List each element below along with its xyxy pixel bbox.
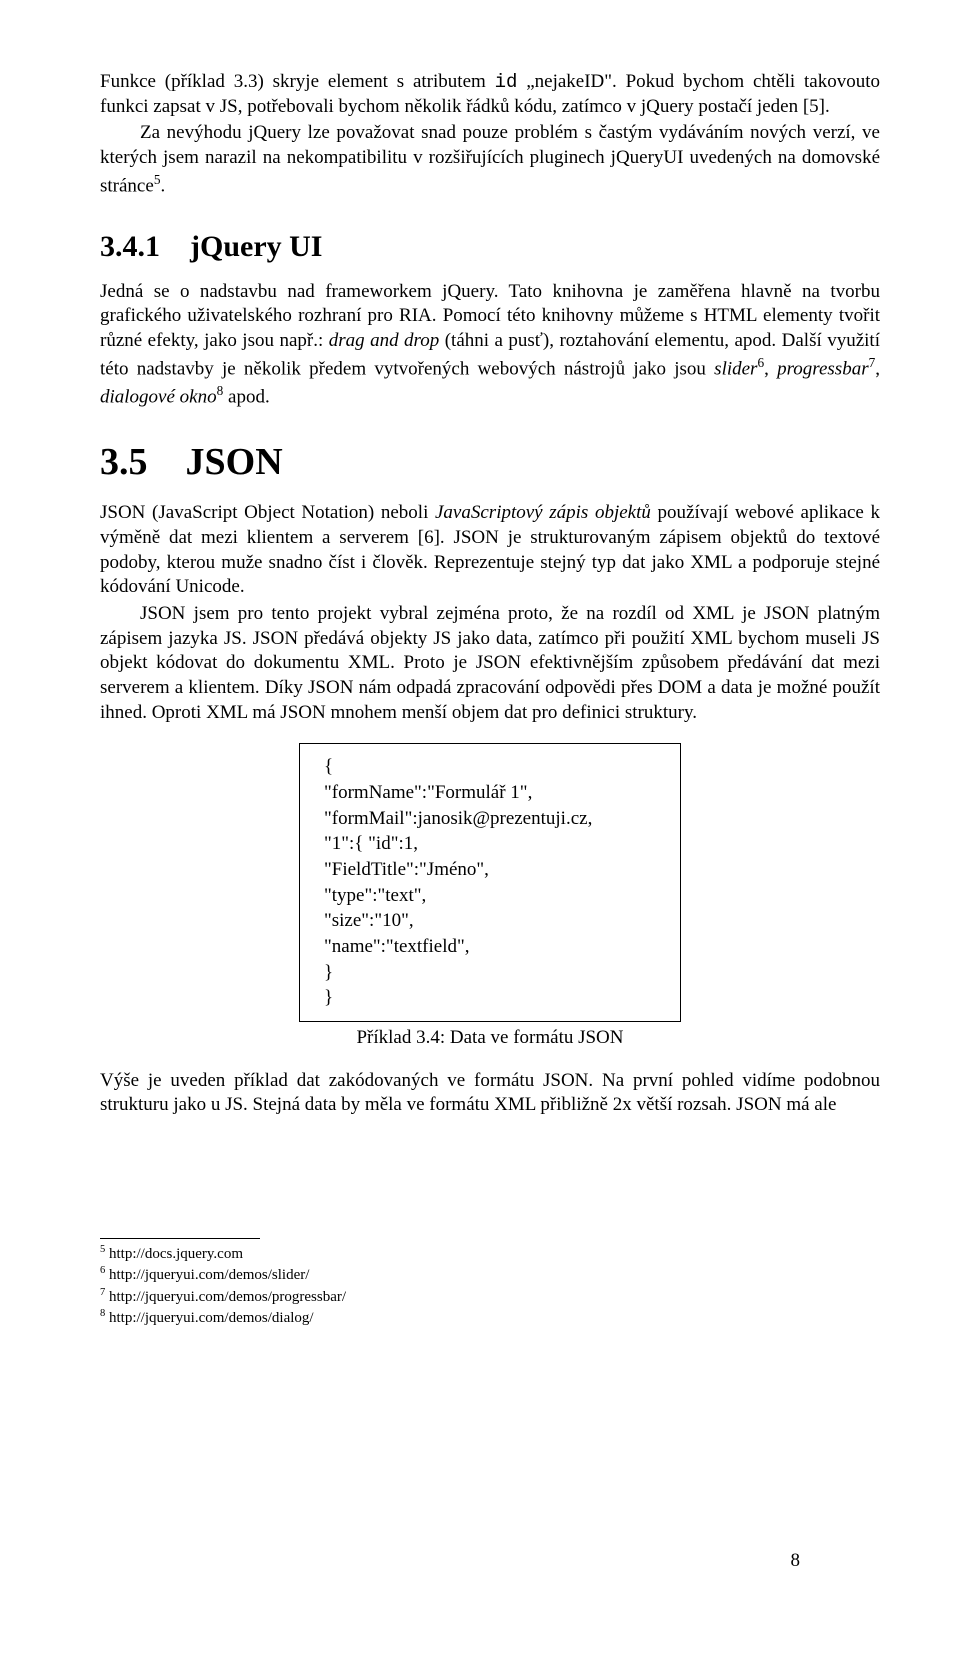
text: Za nevýhodu jQuery lze považovat snad po… bbox=[100, 122, 880, 196]
paragraph-2: Za nevýhodu jQuery lze považovat snad po… bbox=[100, 121, 880, 198]
footnote-8: 8 http://jqueryui.com/demos/dialog/ bbox=[100, 1307, 880, 1329]
footnote-6: 6 http://jqueryui.com/demos/slider/ bbox=[100, 1264, 880, 1286]
document-page: Funkce (příklad 3.3) skryje element s at… bbox=[100, 70, 880, 1614]
code-line: "name":"textfield", bbox=[324, 934, 664, 960]
italic-text: dialogové okno bbox=[100, 386, 217, 407]
italic-text: drag and drop bbox=[329, 330, 440, 351]
footnote-rule bbox=[100, 1238, 260, 1239]
text: , bbox=[764, 358, 777, 379]
page-number: 8 bbox=[791, 1549, 801, 1574]
code-line: "formMail":janosik@prezentuji.cz, bbox=[324, 806, 664, 832]
code-example-box: { "formName":"Formulář 1", "formMail":ja… bbox=[299, 743, 681, 1021]
footnotes-block: 5 http://docs.jquery.com 6 http://jquery… bbox=[100, 1238, 880, 1329]
code-line: "formName":"Formulář 1", bbox=[324, 780, 664, 806]
text: apod. bbox=[223, 386, 269, 407]
paragraph-3: Jedná se o nadstavbu nad frameworkem jQu… bbox=[100, 280, 880, 410]
paragraph-1: Funkce (příklad 3.3) skryje element s at… bbox=[100, 70, 880, 119]
italic-text: progressbar bbox=[777, 358, 869, 379]
heading-3-5: 3.5 JSON bbox=[100, 438, 880, 487]
footnote-7: 7 http://jqueryui.com/demos/progressbar/ bbox=[100, 1286, 880, 1308]
footnote-5: 5 http://docs.jquery.com bbox=[100, 1243, 880, 1265]
text: , bbox=[875, 358, 880, 379]
code-line: { bbox=[324, 754, 664, 780]
code-line: "1":{ "id":1, bbox=[324, 831, 664, 857]
heading-3-4-1: 3.4.1 jQuery UI bbox=[100, 227, 880, 266]
code-line: } bbox=[324, 960, 664, 986]
code-line: "type":"text", bbox=[324, 883, 664, 909]
paragraph-4: JSON (JavaScript Object Notation) neboli… bbox=[100, 501, 880, 600]
inline-code: id bbox=[495, 71, 518, 93]
text: . bbox=[160, 175, 165, 196]
code-line: } bbox=[324, 985, 664, 1011]
code-line: "size":"10", bbox=[324, 908, 664, 934]
italic-text: JavaScriptový zápis objektů bbox=[435, 502, 651, 523]
code-line: "FieldTitle":"Jméno", bbox=[324, 857, 664, 883]
text: JSON (JavaScript Object Notation) neboli bbox=[100, 502, 435, 523]
paragraph-5: JSON jsem pro tento projekt vybral zejmé… bbox=[100, 602, 880, 725]
text: Funkce (příklad 3.3) skryje element s at… bbox=[100, 71, 495, 92]
italic-text: slider bbox=[714, 358, 757, 379]
code-caption: Příklad 3.4: Data ve formátu JSON bbox=[100, 1026, 880, 1051]
paragraph-6: Výše je uveden příklad dat zakódovaných … bbox=[100, 1069, 880, 1118]
